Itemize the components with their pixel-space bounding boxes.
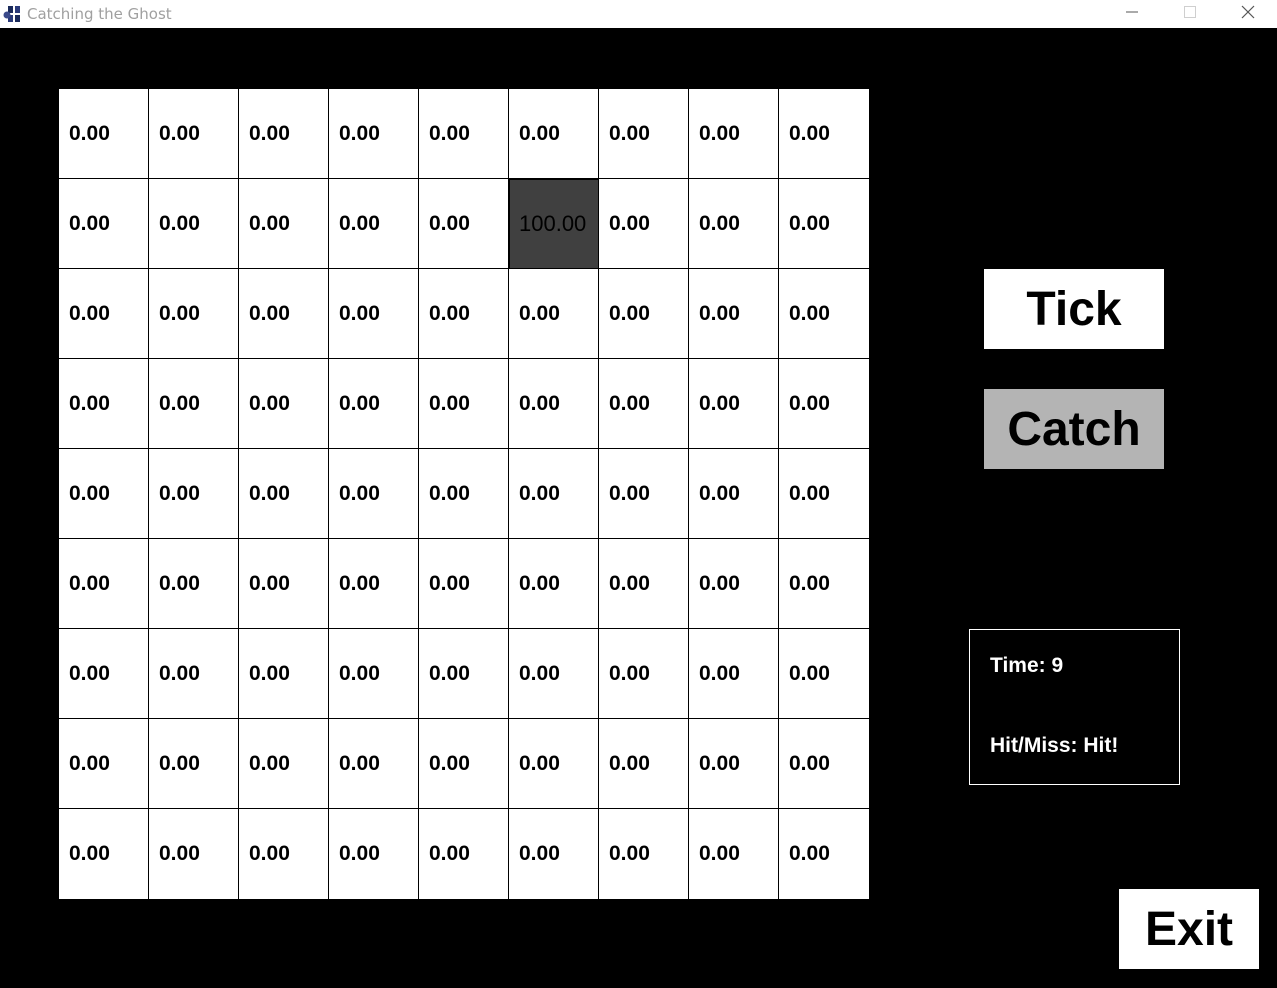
grid-cell[interactable]: 0.00 (59, 719, 149, 809)
grid-cell[interactable]: 0.00 (419, 359, 509, 449)
grid-cell[interactable]: 0.00 (239, 719, 329, 809)
grid-cell[interactable]: 0.00 (689, 269, 779, 359)
grid-cell[interactable]: 0.00 (509, 269, 599, 359)
grid-cell[interactable]: 0.00 (689, 809, 779, 899)
grid-cell[interactable]: 0.00 (689, 89, 779, 179)
grid-cell[interactable]: 0.00 (599, 629, 689, 719)
grid-cell[interactable]: 0.00 (419, 719, 509, 809)
grid-cell[interactable]: 0.00 (599, 269, 689, 359)
grid-cell[interactable]: 0.00 (779, 89, 869, 179)
grid-cell[interactable]: 0.00 (239, 629, 329, 719)
grid-cell[interactable]: 0.00 (149, 269, 239, 359)
app-ghost-icon (3, 5, 23, 23)
grid-cell[interactable]: 0.00 (239, 89, 329, 179)
grid-cell[interactable]: 0.00 (419, 629, 509, 719)
window-title: Catching the Ghost (27, 5, 172, 23)
minimize-button[interactable] (1103, 0, 1161, 28)
grid-cell[interactable]: 0.00 (509, 89, 599, 179)
grid-cell[interactable]: 0.00 (419, 809, 509, 899)
grid-cell[interactable]: 0.00 (509, 629, 599, 719)
grid-cell[interactable]: 0.00 (329, 809, 419, 899)
grid-cell[interactable]: 0.00 (509, 449, 599, 539)
grid-cell[interactable]: 0.00 (509, 809, 599, 899)
grid-cell[interactable]: 0.00 (149, 449, 239, 539)
grid-cell[interactable]: 0.00 (779, 359, 869, 449)
grid-cell[interactable]: 0.00 (59, 809, 149, 899)
grid-cell[interactable]: 0.00 (239, 809, 329, 899)
grid-cell[interactable]: 0.00 (59, 269, 149, 359)
grid-cell[interactable]: 0.00 (149, 719, 239, 809)
grid-cell[interactable]: 0.00 (779, 809, 869, 899)
grid-cell[interactable]: 0.00 (689, 719, 779, 809)
grid-cell[interactable]: 0.00 (149, 809, 239, 899)
grid-cell[interactable]: 0.00 (509, 539, 599, 629)
grid-cell[interactable]: 0.00 (239, 539, 329, 629)
tick-button[interactable]: Tick (984, 269, 1164, 349)
grid-cell[interactable]: 0.00 (599, 809, 689, 899)
status-panel: Time: 9 Hit/Miss: Hit! (969, 629, 1180, 785)
grid-cell[interactable]: 0.00 (59, 629, 149, 719)
grid-cell[interactable]: 0.00 (149, 179, 239, 269)
grid-cell[interactable]: 0.00 (509, 359, 599, 449)
grid-cell[interactable]: 0.00 (779, 179, 869, 269)
grid-cell[interactable]: 0.00 (599, 179, 689, 269)
grid-cell[interactable]: 0.00 (419, 179, 509, 269)
title-bar: Catching the Ghost (0, 0, 1277, 28)
grid-cell[interactable]: 0.00 (599, 359, 689, 449)
grid-cell[interactable]: 0.00 (59, 359, 149, 449)
grid-cell[interactable]: 0.00 (599, 539, 689, 629)
grid-cell[interactable]: 0.00 (689, 449, 779, 539)
minimize-icon (1126, 5, 1138, 23)
grid-cell[interactable]: 0.00 (329, 449, 419, 539)
app-window: Catching the Ghost 0.00 0.00 0.00 0.00 0.00 0… (0, 0, 1277, 988)
grid-cell[interactable]: 0.00 (329, 179, 419, 269)
grid-cell[interactable]: 0.00 (149, 359, 239, 449)
grid-cell[interactable]: 0.00 (239, 449, 329, 539)
grid-cell[interactable]: 0.00 (599, 89, 689, 179)
hit-miss-readout: Hit/Miss: Hit! (990, 734, 1119, 757)
grid-cell[interactable]: 0.00 (599, 719, 689, 809)
grid-cell[interactable]: 0.00 (779, 539, 869, 629)
grid-cell[interactable]: 0.00 (419, 269, 509, 359)
grid-cell[interactable]: 0.00 (779, 269, 869, 359)
grid-cell[interactable]: 0.00 (329, 719, 419, 809)
grid-cell[interactable]: 0.00 (419, 449, 509, 539)
grid-cell-ghost[interactable]: 100.00 (509, 179, 599, 269)
probability-grid: 0.00 0.00 0.00 0.00 0.00 0.00 0.00 0.00 0.00 0.00… (59, 89, 869, 899)
grid-cell[interactable]: 0.00 (149, 539, 239, 629)
maximize-button[interactable] (1161, 0, 1219, 28)
grid-cell[interactable]: 0.00 (329, 269, 419, 359)
grid-cell[interactable]: 0.00 (59, 179, 149, 269)
grid-cell[interactable]: 0.00 (419, 539, 509, 629)
grid-cell[interactable]: 0.00 (239, 359, 329, 449)
exit-button[interactable]: Exit (1119, 889, 1259, 969)
grid-cell[interactable]: 0.00 (509, 719, 599, 809)
grid-cell[interactable]: 0.00 (329, 359, 419, 449)
grid-cell[interactable]: 0.00 (599, 449, 689, 539)
grid-cell[interactable]: 0.00 (59, 449, 149, 539)
grid-cell[interactable]: 0.00 (59, 89, 149, 179)
close-icon (1241, 5, 1255, 24)
grid-cell[interactable]: 0.00 (329, 539, 419, 629)
grid-cell[interactable]: 0.00 (779, 629, 869, 719)
catch-button[interactable]: Catch (984, 389, 1164, 469)
grid-cell[interactable]: 0.00 (689, 179, 779, 269)
grid-cell[interactable]: 0.00 (149, 629, 239, 719)
grid-cell[interactable]: 0.00 (419, 89, 509, 179)
grid-cell[interactable]: 0.00 (779, 719, 869, 809)
grid-cell[interactable]: 0.00 (59, 539, 149, 629)
grid-cell[interactable]: 0.00 (239, 269, 329, 359)
close-button[interactable] (1219, 0, 1277, 28)
grid-cell[interactable]: 0.00 (329, 89, 419, 179)
time-readout: Time: 9 (990, 654, 1064, 677)
grid-cell[interactable]: 0.00 (239, 179, 329, 269)
grid-cell[interactable]: 0.00 (689, 629, 779, 719)
grid-cell[interactable]: 0.00 (329, 629, 419, 719)
grid-cell[interactable]: 0.00 (149, 89, 239, 179)
grid-cell[interactable]: 0.00 (689, 359, 779, 449)
grid-cell[interactable]: 0.00 (779, 449, 869, 539)
grid-cell[interactable]: 0.00 (689, 539, 779, 629)
maximize-icon (1184, 5, 1196, 23)
